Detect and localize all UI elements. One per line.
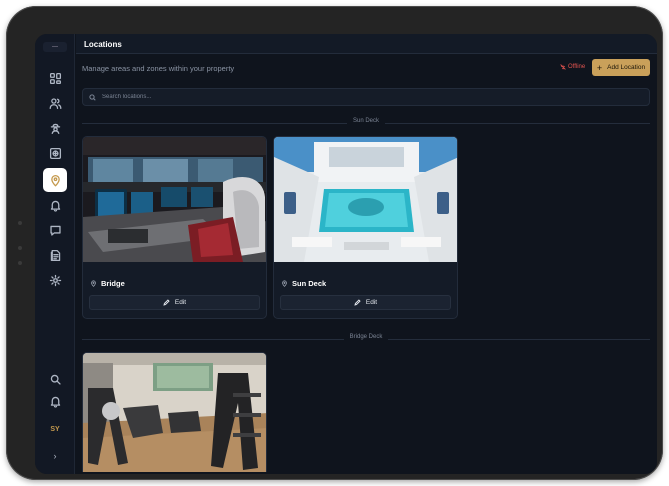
camera-dot (18, 221, 22, 225)
sun-deck-photo (274, 137, 457, 262)
add-location-label: Add Location (607, 64, 646, 71)
sidebar-search-button[interactable] (43, 367, 67, 391)
sidebar-item-users[interactable] (43, 91, 67, 115)
location-pin-icon (282, 280, 287, 287)
document-icon (50, 249, 60, 261)
location-name: Bridge (90, 279, 125, 288)
dashboard-icon (49, 72, 61, 84)
location-card-bridge[interactable]: Bridge Edit (82, 136, 267, 319)
sensor-dot (18, 261, 22, 265)
sidebar-item-settings[interactable] (43, 268, 67, 292)
sidebar-item-alerts[interactable] (43, 193, 67, 217)
bell-icon (50, 200, 60, 212)
sidebar-item-documents[interactable] (43, 243, 67, 267)
crew-icon (50, 123, 60, 134)
add-location-button[interactable]: + Add Location (592, 59, 650, 76)
location-pin-icon (91, 280, 96, 287)
location-name-text: Sun Deck (292, 279, 327, 288)
sensor-dot (18, 246, 22, 250)
edit-label: Edit (174, 299, 187, 306)
gear-icon (49, 274, 61, 286)
section-header-sun-deck: Sun Deck (82, 118, 650, 128)
user-avatar-initials[interactable]: SY (43, 421, 67, 439)
sidebar-expand-button[interactable]: › (43, 444, 67, 468)
frame-icon (49, 147, 61, 159)
users-icon (49, 97, 61, 109)
offline-label: Offline (568, 64, 586, 70)
section-title: Bridge Deck (343, 334, 389, 340)
section-title: Sun Deck (346, 118, 385, 124)
edit-button[interactable]: Edit (89, 295, 260, 310)
edit-button[interactable]: Edit (280, 295, 451, 310)
location-pin-icon (50, 174, 60, 186)
tablet-frame: SY › Locations Manage areas and zones wi… (6, 6, 663, 480)
gym-photo (83, 353, 266, 472)
search-input[interactable] (102, 94, 622, 100)
sidebar-item-messages[interactable] (43, 218, 67, 242)
sidebar-item-locations[interactable] (43, 168, 67, 192)
bridge-photo (83, 137, 266, 262)
app-screen: SY › Locations Manage areas and zones wi… (35, 34, 657, 474)
search-icon (89, 93, 96, 101)
offline-status: Offline (560, 64, 585, 70)
location-card-gym[interactable] (82, 352, 267, 472)
wifi-off-icon (560, 64, 566, 70)
sidebar-item-frame[interactable] (43, 141, 67, 165)
sidebar-notifications-button[interactable] (43, 389, 67, 413)
pencil-icon (163, 299, 170, 306)
page-title: Locations (76, 34, 657, 54)
sidebar-item-crew[interactable] (43, 116, 67, 140)
sidebar-collapse-handle[interactable] (43, 42, 67, 52)
page-subtitle: Manage areas and zones within your prope… (82, 64, 235, 73)
section-header-bridge-deck: Bridge Deck (82, 334, 650, 344)
location-name-text: Bridge (101, 279, 125, 288)
location-card-sun-deck[interactable]: Sun Deck Edit (273, 136, 458, 319)
bell-icon (50, 396, 60, 408)
search-bar[interactable] (82, 88, 650, 106)
sidebar-item-dashboard[interactable] (43, 66, 67, 90)
plus-icon: + (596, 62, 603, 73)
search-icon (50, 374, 61, 385)
sidebar: SY › (35, 34, 75, 474)
location-name: Sun Deck (281, 279, 326, 288)
pencil-icon (354, 299, 361, 306)
chat-icon (49, 225, 61, 236)
main-content: Locations Manage areas and zones within … (76, 34, 657, 474)
edit-label: Edit (365, 299, 378, 306)
